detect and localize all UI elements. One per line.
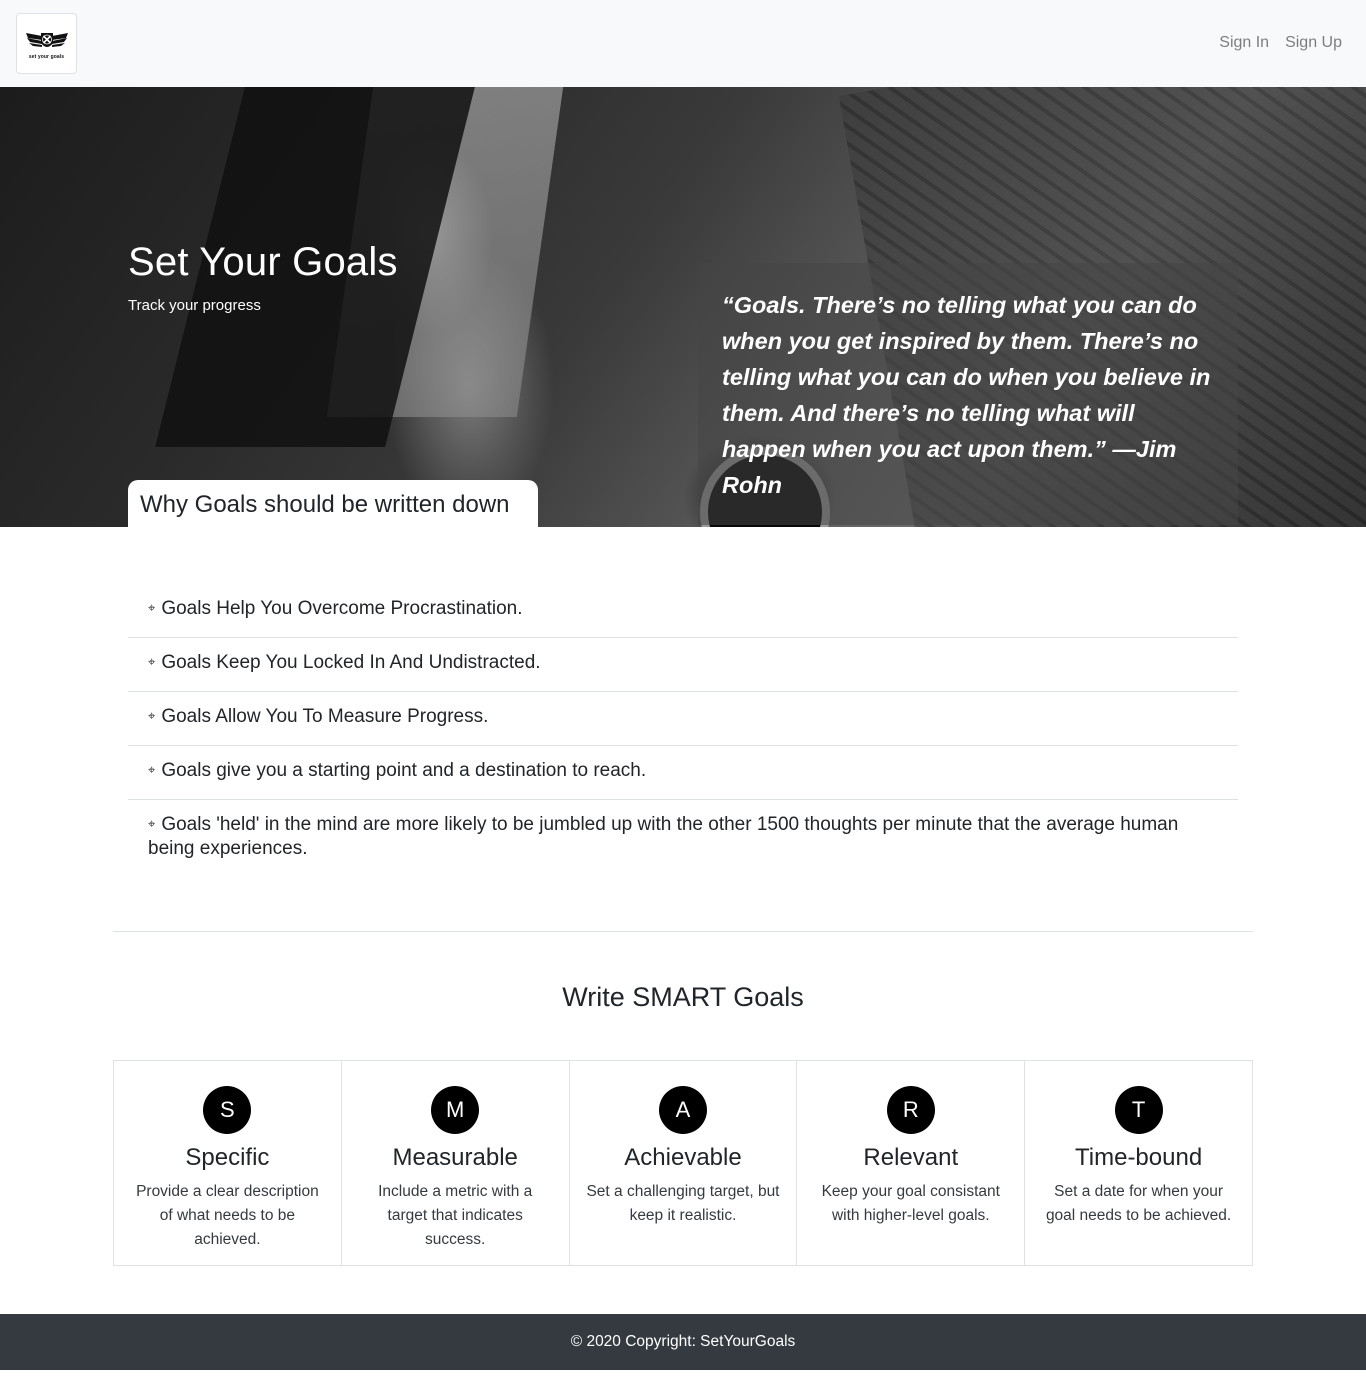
card-description: Set a challenging target, but keep it re… [586, 1183, 780, 1224]
list-item: ⌖ Goals 'held' in the mind are more likel… [128, 800, 1238, 877]
list-item: ⌖ Goals Keep You Locked In And Undistract… [128, 638, 1238, 692]
smart-grid: S Specific Provide a clear description o… [113, 1060, 1253, 1266]
card-description: Provide a clear description of what need… [136, 1183, 319, 1248]
letter-badge: A [658, 1086, 707, 1134]
reason-text: Goals Help You Overcome Procrastination. [161, 598, 523, 619]
reason-text: Goals Allow You To Measure Progress. [161, 706, 489, 727]
list-item: ⌖ Goals give you a starting point and a d… [128, 746, 1238, 800]
brand-logo[interactable]: set your goals [16, 13, 77, 74]
smart-card-relevant: R Relevant Keep your goal consistant wit… [796, 1060, 1026, 1266]
smart-card-time-bound: T Time-bound Set a date for when your go… [1024, 1060, 1253, 1266]
list-item: ⌖ Goals Help You Overcome Procrastination… [128, 584, 1238, 638]
reason-text: Goals give you a starting point and a de… [161, 760, 647, 781]
crosshair-bullet-icon: ⌖ [148, 816, 156, 831]
section-tab: Why Goals should be written down [128, 480, 538, 527]
card-title: Achievable [624, 1144, 742, 1171]
copyright-text: © 2020 Copyright: SetYourGoals [570, 1333, 796, 1350]
smart-card-measurable: M Measurable Include a metric with a tar… [340, 1060, 570, 1266]
letter-badge: T [1114, 1086, 1163, 1134]
crosshair-bullet-icon: ⌖ [148, 708, 156, 723]
card-description: Include a metric with a target that indi… [378, 1183, 533, 1248]
hero-banner: Set Your Goals Track your progress “Goal… [0, 87, 1366, 527]
reasons-list: ⌖ Goals Help You Overcome Procrastination… [128, 584, 1238, 877]
hero-subtitle: Track your progress [128, 297, 261, 314]
letter-badge: S [203, 1086, 252, 1134]
card-title: Time-bound [1075, 1144, 1203, 1171]
nav-links: Sign In Sign Up [1219, 34, 1342, 52]
crosshair-bullet-icon: ⌖ [148, 654, 156, 669]
card-title: Specific [185, 1144, 270, 1171]
card-title: Measurable [392, 1144, 518, 1171]
section-heading: Why Goals should be written down [140, 491, 510, 518]
letter-badge: R [886, 1086, 935, 1134]
crosshair-bullet-icon: ⌖ [148, 762, 156, 777]
card-title: Relevant [863, 1144, 959, 1171]
crosshair-bullet-icon: ⌖ [148, 600, 156, 615]
smart-card-specific: S Specific Provide a clear description o… [113, 1060, 342, 1266]
quote-text: “Goals. There’s no telling what you can … [722, 292, 1211, 498]
logo-text: set your goals [28, 54, 65, 60]
card-description: Keep your goal consistant with higher-le… [821, 1183, 1000, 1224]
reason-text: Goals 'held' in the mind are more likely… [148, 814, 1179, 859]
list-item: ⌖ Goals Allow You To Measure Progress. [128, 692, 1238, 746]
card-description: Set a date for when your goal needs to b… [1045, 1183, 1232, 1224]
sign-up-link[interactable]: Sign Up [1285, 34, 1342, 52]
navbar: set your goals Sign In Sign Up [0, 0, 1366, 87]
letter-badge: M [431, 1086, 480, 1134]
smart-card-achievable: A Achievable Set a challenging target, b… [568, 1060, 798, 1266]
quote-box: “Goals. There’s no telling what you can … [698, 263, 1238, 525]
hero-title: Set Your Goals [128, 240, 398, 284]
footer: © 2020 Copyright: SetYourGoals [0, 1314, 1366, 1370]
winged-shield-icon [25, 33, 68, 47]
sign-in-link[interactable]: Sign In [1219, 34, 1269, 52]
reason-text: Goals Keep You Locked In And Undistracte… [161, 652, 541, 673]
smart-title: Write SMART Goals [562, 982, 804, 1012]
section-divider [113, 931, 1253, 932]
